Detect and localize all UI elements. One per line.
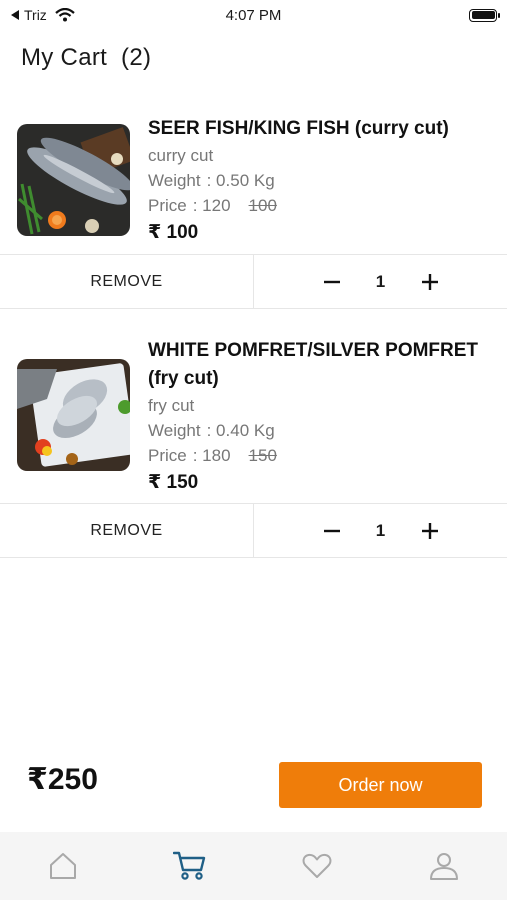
cart-item-details: SEER FISH/KING FISH (curry cut) curry cu… [148, 115, 487, 248]
cart-icon [173, 851, 206, 880]
status-left: Triz [10, 7, 75, 23]
plus-icon[interactable] [417, 518, 443, 544]
cart-item: WHITE POMFRET/SILVER POMFRET (fry cut) f… [0, 340, 507, 558]
item-name[interactable]: SEER FISH/KING FISH (curry cut) [148, 115, 487, 143]
page-title: My Cart (2) [21, 44, 151, 72]
back-app-label[interactable]: Triz [24, 7, 47, 23]
weight-value: : 0.50 Kg [206, 171, 275, 190]
cart-total: ₹250 [27, 763, 98, 796]
order-now-button[interactable]: Order now [279, 762, 482, 808]
seer-fish-image[interactable] [17, 124, 130, 236]
status-time: 4:07 PM [225, 6, 282, 24]
weight-label: Weight [148, 421, 201, 440]
cart-item-info: WHITE POMFRET/SILVER POMFRET (fry cut) f… [0, 340, 507, 495]
final-price: ₹ 150 [148, 472, 199, 493]
page-title-text: My Cart [21, 44, 108, 71]
minus-icon[interactable] [319, 518, 345, 544]
weight-value: : 0.40 Kg [206, 421, 275, 440]
price-original: 100 [248, 196, 277, 215]
item-price-row: Price : 120 100 [148, 193, 487, 218]
item-cut: fry cut [148, 396, 195, 415]
nav-profile[interactable] [380, 832, 507, 900]
item-name[interactable]: WHITE POMFRET/SILVER POMFRET (fry cut) [148, 337, 487, 393]
cart-count: (2) [121, 44, 152, 71]
price-original: 150 [248, 446, 277, 465]
nav-cart[interactable] [127, 832, 254, 900]
battery-icon [469, 8, 500, 22]
minus-icon[interactable] [319, 269, 345, 295]
final-price: ₹ 100 [148, 222, 199, 243]
nav-wishlist[interactable] [254, 832, 381, 900]
item-cut: curry cut [148, 146, 214, 165]
cart-item-actions: REMOVE 1 [0, 254, 507, 309]
home-icon [50, 853, 77, 879]
pomfret-fish-image[interactable] [17, 359, 130, 471]
back-arrow-icon[interactable] [10, 9, 20, 21]
remove-button[interactable]: REMOVE [0, 504, 254, 557]
cart-item-details: WHITE POMFRET/SILVER POMFRET (fry cut) f… [148, 337, 487, 498]
bottom-nav [0, 832, 507, 900]
quantity-stepper: 1 [254, 504, 507, 557]
quantity-value: 1 [375, 271, 386, 291]
price-label: Price [148, 446, 187, 465]
nav-home[interactable] [0, 832, 127, 900]
price-label: Price [148, 196, 187, 215]
profile-icon [429, 853, 458, 880]
wifi-icon [55, 8, 75, 22]
heart-icon [302, 853, 332, 878]
quantity-stepper: 1 [254, 255, 507, 308]
plus-icon[interactable] [417, 269, 443, 295]
cart-item-actions: REMOVE 1 [0, 503, 507, 558]
status-bar: Triz 4:07 PM [0, 0, 507, 30]
item-weight: Weight : 0.40 Kg [148, 418, 487, 443]
item-weight: Weight : 0.50 Kg [148, 168, 487, 193]
price-value: : 120 [192, 196, 231, 215]
cart-item: SEER FISH/KING FISH (curry cut) curry cu… [0, 105, 507, 309]
item-price-row: Price : 180 150 [148, 443, 487, 468]
weight-label: Weight [148, 171, 201, 190]
price-value: : 180 [192, 446, 231, 465]
quantity-value: 1 [375, 520, 386, 540]
cart-item-info: SEER FISH/KING FISH (curry cut) curry cu… [0, 105, 507, 255]
remove-button[interactable]: REMOVE [0, 255, 254, 308]
